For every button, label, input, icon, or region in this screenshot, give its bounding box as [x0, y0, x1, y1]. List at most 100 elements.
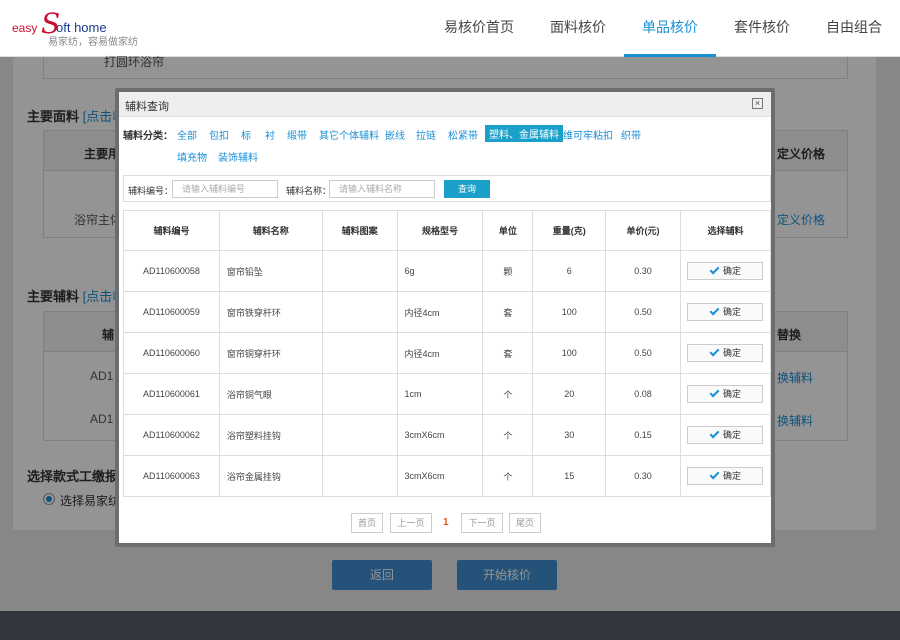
table-row: AD110600058 窗帘铅坠 6g 颗 6 0.30 确定: [123, 250, 772, 292]
cell-select: 确定: [679, 455, 772, 497]
dialog-title: 辅料查询: [125, 101, 169, 113]
category-piping[interactable]: 嵌线: [385, 127, 405, 142]
cell-name: 浴帘铜气眼: [218, 373, 323, 415]
cell-code: AD110600060: [123, 332, 220, 374]
main-nav: 易核价首页 面料核价 单品核价 套件核价 自由组合: [426, 0, 900, 57]
confirm-label: 确定: [722, 348, 741, 358]
nav-item-set-pricing[interactable]: 套件核价: [716, 0, 808, 57]
cell-weight: 30: [532, 414, 607, 456]
confirm-button[interactable]: 确定: [687, 467, 764, 485]
nav-item-fabric-pricing[interactable]: 面料核价: [532, 0, 624, 57]
close-icon[interactable]: ×: [752, 98, 763, 109]
cell-code: AD110600062: [123, 414, 220, 456]
cell-select: 确定: [679, 414, 772, 456]
cell-weight: 15: [532, 455, 607, 497]
cell-price: 0.50: [605, 332, 681, 374]
cell-price: 0.50: [605, 291, 681, 333]
cell-name: 窗帘铁穿杆环: [218, 291, 323, 333]
category-elastic[interactable]: 松紧带: [448, 127, 478, 142]
col-name: 辅料名称: [218, 210, 323, 251]
confirm-button[interactable]: 确定: [687, 262, 764, 280]
name-input[interactable]: 请输入辅料名称: [329, 180, 435, 198]
check-icon: [709, 264, 720, 275]
cell-pattern: [321, 414, 398, 456]
pager-next[interactable]: 下一页: [461, 513, 503, 533]
pager-current[interactable]: 1: [443, 513, 449, 533]
code-label: 辅料编号：: [128, 186, 174, 196]
pager-last[interactable]: 尾页: [509, 513, 541, 533]
col-unit: 单位: [482, 210, 534, 251]
code-input[interactable]: 请输入辅料编号: [172, 180, 278, 198]
name-label: 辅料名称：: [286, 186, 332, 196]
table-row: AD110600063 浴帘金属挂钩 3cmX6cm 个 15 0.30 确定: [123, 455, 772, 497]
accessory-query-dialog: 辅料查询 × 辅料分类： 全部 包扣 标 衬 缎带 其它个体辅料 嵌线 拉链 松…: [115, 88, 775, 547]
category-other-accessories[interactable]: 其它个体辅料: [319, 127, 379, 142]
category-label: 辅料分类：: [123, 131, 173, 142]
category-labels[interactable]: 标: [241, 127, 251, 142]
check-icon: [709, 387, 720, 398]
logo-easy-text: easy: [12, 21, 38, 35]
category-decorative[interactable]: 装饰辅料: [218, 149, 258, 164]
cell-pattern: [321, 373, 398, 415]
cell-unit: 个: [482, 414, 534, 456]
cell-name: 窗帘铅坠: [218, 250, 323, 292]
cell-unit: 个: [482, 455, 534, 497]
nav-item-home[interactable]: 易核价首页: [426, 0, 532, 57]
pagination: 首页 上一页 1 下一页 尾页: [119, 513, 771, 533]
category-zipper[interactable]: 拉链: [416, 127, 436, 142]
cell-select: 确定: [679, 250, 772, 292]
confirm-label: 确定: [722, 430, 741, 440]
cell-unit: 套: [482, 291, 534, 333]
cell-unit: 颗: [482, 250, 534, 292]
cell-select: 确定: [679, 373, 772, 415]
cell-name: 浴帘金属挂钩: [218, 455, 323, 497]
category-ribbon[interactable]: 缎带: [287, 127, 307, 142]
nav-item-single-pricing[interactable]: 单品核价: [624, 0, 716, 57]
category-webbing[interactable]: 织带: [621, 127, 641, 142]
cell-name: 浴帘塑料挂钩: [218, 414, 323, 456]
confirm-button[interactable]: 确定: [687, 344, 764, 362]
cell-price: 0.15: [605, 414, 681, 456]
category-buttons[interactable]: 包扣: [209, 127, 229, 142]
accessory-table: 辅料编号 辅料名称 辅料图案 规格型号 单位 重量(克) 单价(元) 选择辅料 …: [123, 210, 772, 497]
cell-unit: 套: [482, 332, 534, 374]
cell-price: 0.08: [605, 373, 681, 415]
cell-pattern: [321, 332, 398, 374]
brand-logo[interactable]: easy S oft home 易家纺，容易做家纺: [12, 10, 142, 49]
pager-prev[interactable]: 上一页: [390, 513, 432, 533]
category-filling[interactable]: 填充物: [177, 149, 207, 164]
nav-item-free-combo[interactable]: 自由组合: [808, 0, 900, 57]
cell-spec: 6g: [396, 250, 484, 292]
pager-first[interactable]: 首页: [351, 513, 383, 533]
cell-spec: 3cmX6cm: [396, 414, 484, 456]
category-plastic-metal[interactable]: 塑料、金属辅料: [485, 125, 563, 142]
table-header-row: 辅料编号 辅料名称 辅料图案 规格型号 单位 重量(克) 单价(元) 选择辅料: [123, 210, 772, 251]
col-price: 单价(元): [605, 210, 681, 251]
confirm-label: 确定: [722, 389, 741, 399]
category-all[interactable]: 全部: [177, 127, 197, 142]
category-velcro[interactable]: 维可牢粘扣: [563, 127, 613, 142]
cell-price: 0.30: [605, 250, 681, 292]
confirm-label: 确定: [722, 307, 741, 317]
cell-code: AD110600061: [123, 373, 220, 415]
table-row: AD110600061 浴帘铜气眼 1cm 个 20 0.08 确定: [123, 373, 772, 415]
confirm-button[interactable]: 确定: [687, 303, 764, 321]
cell-pattern: [321, 250, 398, 292]
check-icon: [709, 469, 720, 480]
table-row: AD110600060 窗帘铜穿杆环 内径4cm 套 100 0.50 确定: [123, 332, 772, 374]
cell-weight: 6: [532, 250, 607, 292]
col-weight: 重量(克): [532, 210, 607, 251]
cell-pattern: [321, 455, 398, 497]
table-row: AD110600059 窗帘铁穿杆环 内径4cm 套 100 0.50 确定: [123, 291, 772, 333]
cell-name: 窗帘铜穿杆环: [218, 332, 323, 374]
cell-spec: 内径4cm: [396, 291, 484, 333]
check-icon: [709, 346, 720, 357]
table-row: AD110600062 浴帘塑料挂钩 3cmX6cm 个 30 0.15 确定: [123, 414, 772, 456]
cell-pattern: [321, 291, 398, 333]
query-button[interactable]: 查询: [444, 180, 490, 198]
confirm-label: 确定: [722, 471, 741, 481]
confirm-button[interactable]: 确定: [687, 426, 764, 444]
category-interlining[interactable]: 衬: [265, 127, 275, 142]
cell-spec: 1cm: [396, 373, 484, 415]
confirm-button[interactable]: 确定: [687, 385, 764, 403]
